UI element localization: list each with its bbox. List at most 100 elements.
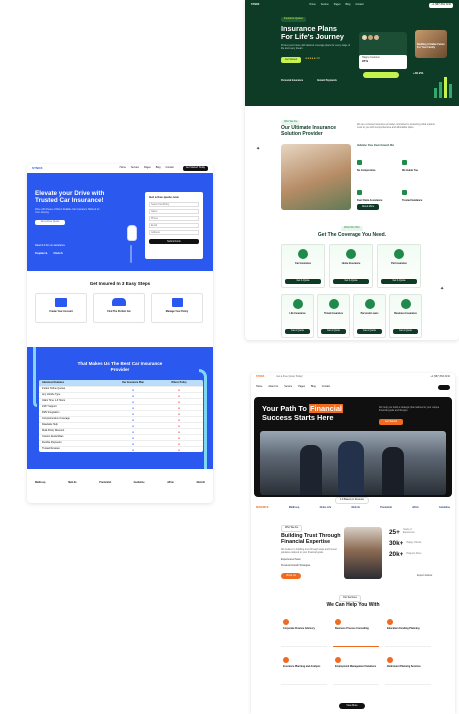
coverage-row-top: Car Insurance Get A Quote Home Insurance Ge… (281, 244, 421, 288)
check-icon: ● (132, 441, 134, 446)
hero-title: Insurance Plans For Life's Journey (281, 24, 344, 42)
about-title: Our Ultimate Insurance Solution Provider (281, 125, 337, 137)
nav-item[interactable]: Blog (156, 166, 161, 170)
rating-text: Rated 4.9 for our assistance (35, 244, 65, 247)
step-card: Create Your Account (35, 293, 87, 323)
coverage-card[interactable]: Home Insurance Get A Quote (329, 244, 373, 288)
service-card[interactable]: Business Process Consulting (333, 617, 379, 647)
cross-icon: ● (178, 447, 180, 452)
nav-item[interactable]: Pages (334, 3, 341, 7)
partner-logo: Prudential (380, 506, 392, 509)
cta-button[interactable]: Get Started Today (182, 166, 208, 171)
coverage-quote-button[interactable]: Get A Quote (285, 329, 310, 334)
advisor-photo (344, 527, 382, 579)
partner-logo: Mailhoop (35, 481, 46, 484)
nav: Home Service Pages Blog Contact (309, 3, 363, 7)
nav-item[interactable]: Home (256, 385, 262, 389)
coverage-quote-button[interactable]: Get A Quote (333, 279, 369, 284)
nav-item[interactable]: Pages (144, 166, 151, 170)
nav-item[interactable]: Pages (298, 385, 305, 389)
service-card[interactable]: Retirement Planning Services (385, 655, 431, 685)
about-button[interactable]: About Us (281, 573, 301, 579)
advice-label: No Compromise (357, 169, 376, 172)
expert-label: Expert Advisor (417, 574, 433, 577)
hero-quote-button[interactable]: Get a Free Quote (35, 220, 65, 225)
check-icon: ● (132, 399, 134, 404)
topbar-phone[interactable]: +1 (987) 654 3210 (430, 375, 450, 379)
car-illustration (127, 225, 137, 241)
coverage-quote-button[interactable]: Get A Quote (285, 279, 321, 284)
service-card[interactable]: Corporate Finance Advisory (281, 617, 327, 647)
family-photo (281, 144, 351, 210)
phone-button[interactable]: +1 (987) 654 3210 (429, 3, 453, 8)
coverage-card[interactable]: Car Insurance Get A Quote (281, 244, 325, 288)
nav-item[interactable]: Contact (322, 385, 330, 389)
advice-label: Fast Claim Assistance (357, 198, 383, 202)
brand-logo[interactable]: SYNOX (256, 375, 264, 379)
coverage-icon (400, 299, 411, 309)
person-figure (300, 445, 322, 495)
service-card[interactable]: Employment Management Solutions (333, 655, 379, 685)
service-card[interactable]: Insurance Planning and Analysis (281, 655, 327, 685)
happy-customer-card: Happy Customer 97% (359, 55, 407, 69)
account-icon (55, 298, 67, 307)
check-icon: ● (132, 411, 134, 416)
comparison-table: Advanced Features Our Insurance Plan Oth… (39, 380, 203, 452)
brand-logo[interactable]: SYNOX (251, 3, 259, 7)
coverage-card[interactable]: Travel Insurance Get A Quote (317, 294, 350, 338)
coverage-quote-button[interactable]: Get A Quote (381, 279, 417, 284)
quote-field[interactable]: Select Car/Policy (149, 202, 199, 208)
nav-item[interactable]: Home (120, 166, 126, 170)
cross-icon: ● (178, 429, 180, 434)
nav-item[interactable]: Contact (355, 3, 363, 7)
nav-item[interactable]: Blog (346, 3, 351, 7)
service-icon (283, 619, 289, 625)
column-header: Our Insurance Plan (122, 380, 144, 384)
advice-item: No Compromise (357, 152, 402, 173)
hero-title-part: Success Starts Here (262, 412, 334, 422)
nav-item[interactable]: Service (131, 166, 139, 170)
check-icon: ● (132, 393, 134, 398)
bar (449, 84, 452, 98)
coverage-icon (394, 249, 404, 259)
nav-item[interactable]: About Us (268, 385, 278, 389)
feature-name: Claim Time 1-3 Hours (42, 399, 66, 403)
about-more-button[interactable]: About More (357, 204, 379, 210)
quote-submit-button[interactable]: Submit Form (149, 239, 199, 245)
hero-start-button[interactable]: Get Started (379, 419, 403, 425)
nav-item[interactable]: Service (284, 385, 292, 389)
avatar (368, 35, 373, 40)
coverage-card[interactable]: Pet Insurance Get A Quote (377, 244, 421, 288)
coverage-card[interactable]: Business Insurance Get A Quote (389, 294, 422, 338)
menu-button[interactable] (438, 385, 450, 390)
partner-logo: Capterra (35, 251, 48, 255)
financial-mockup: SYNOX Get a Free Quote Today! +1 (987) 6… (251, 373, 455, 714)
nav-item[interactable]: Service (321, 3, 329, 7)
hero-start-button[interactable]: Get Started (281, 57, 301, 63)
coverage-card[interactable]: Personal Loans Get A Quote (353, 294, 386, 338)
table-body: Instant Online Quotes ● ● Any Vehicle Type ●… (39, 386, 203, 452)
partner-logo: Prudential (99, 481, 111, 484)
check-icon: ● (132, 417, 134, 422)
quote-field[interactable]: Address (149, 230, 199, 236)
partner-logo: affirm (167, 481, 174, 484)
coverage-card[interactable]: Life Insurance Get A Quote (281, 294, 314, 338)
quote-field[interactable]: Name (149, 209, 199, 215)
coverage-quote-button[interactable]: Get A Quote (321, 329, 346, 334)
service-title: Employment Management Solutions (335, 665, 377, 668)
coverage-quote-button[interactable]: Get A Quote (357, 329, 382, 334)
brand-logo[interactable]: SYNOX (32, 166, 43, 170)
service-icon (335, 657, 341, 663)
coverage-quote-button[interactable]: Get A Quote (393, 329, 418, 334)
nav-item[interactable]: Contact (166, 166, 174, 170)
step-label: Manage Your Policy (165, 310, 189, 313)
service-card[interactable]: Education Funding Planning (385, 617, 431, 647)
progress-pill (363, 72, 399, 78)
quote-field[interactable]: Phone (149, 216, 199, 222)
avatar-group (362, 35, 404, 40)
nav-item[interactable]: Home (309, 3, 315, 7)
service-title: Retirement Planning Services (387, 665, 421, 668)
nav-item[interactable]: Blog (311, 385, 316, 389)
quote-field[interactable]: Email (149, 223, 199, 229)
view-more-button[interactable]: View More (339, 703, 365, 709)
